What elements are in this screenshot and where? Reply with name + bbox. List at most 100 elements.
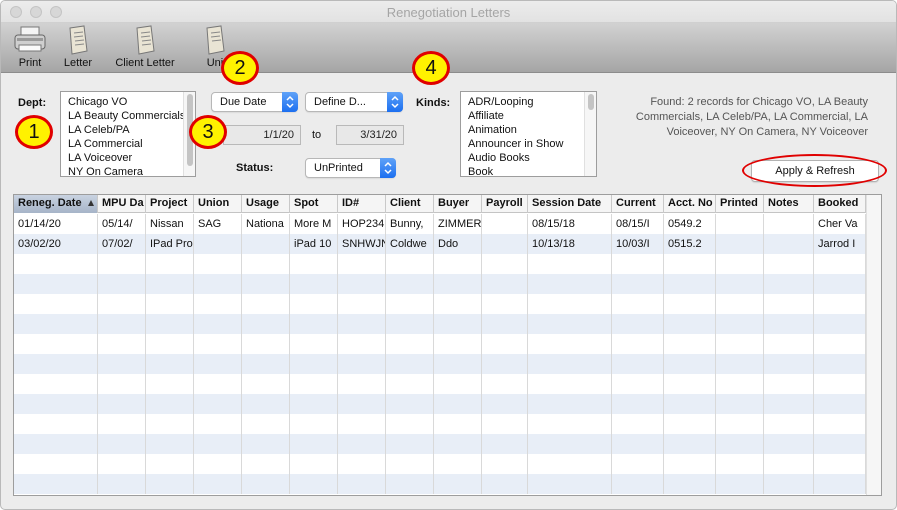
table-cell <box>242 314 290 334</box>
table-cell <box>664 274 716 294</box>
table-cell <box>716 374 764 394</box>
date-field-popup[interactable]: Due Date <box>211 92 298 112</box>
column-header[interactable]: Spot <box>290 195 338 213</box>
dept-item[interactable]: LA Beauty Commercials <box>61 109 195 123</box>
table-cell <box>14 354 98 374</box>
table-cell <box>434 414 482 434</box>
chevron-updown-icon <box>387 92 403 112</box>
date-range-popup[interactable]: Define D... <box>305 92 403 112</box>
kinds-list[interactable]: ADR/Looping Affiliate Animation Announce… <box>460 91 597 177</box>
dept-item[interactable]: NY On Camera <box>61 165 195 176</box>
column-header[interactable]: Notes <box>764 195 814 213</box>
table-cell <box>664 314 716 334</box>
from-date-field[interactable]: 1/1/20 <box>223 125 301 145</box>
table-row[interactable] <box>14 434 868 454</box>
table-cell <box>434 254 482 274</box>
table-row[interactable] <box>14 394 868 414</box>
table-cell <box>146 474 194 494</box>
table-cell <box>386 394 434 414</box>
table-row[interactable] <box>14 254 868 274</box>
table-cell <box>434 474 482 494</box>
table-row[interactable]: 03/02/20 07/02/IPad Pro iPad 10 SNHWJN Coldw… <box>14 234 868 254</box>
to-date-field[interactable]: 3/31/20 <box>336 125 404 145</box>
dept-item[interactable]: LA Celeb/PA <box>61 123 195 137</box>
table-cell <box>716 334 764 354</box>
print-button[interactable]: Print <box>13 25 47 69</box>
table-cell <box>98 314 146 334</box>
kinds-item[interactable]: ADR/Looping <box>461 95 596 109</box>
table-cell <box>242 414 290 434</box>
kinds-item[interactable]: Affiliate <box>461 109 596 123</box>
records-table[interactable]: Reneg. Date MPU Da Project Union Usage Spot ID… <box>13 194 882 496</box>
table-cell <box>386 414 434 434</box>
table-cell <box>290 374 338 394</box>
table-row[interactable] <box>14 294 868 314</box>
chevron-updown-icon <box>282 92 298 112</box>
printer-icon <box>14 26 46 52</box>
table-cell <box>764 294 814 314</box>
table-cell <box>482 234 528 254</box>
table-cell <box>764 214 814 234</box>
column-header[interactable]: ID# <box>338 195 386 213</box>
status-popup[interactable]: UnPrinted <box>305 158 396 178</box>
table-cell <box>612 394 664 414</box>
table-row[interactable] <box>14 454 868 474</box>
table-cell <box>716 474 764 494</box>
column-header[interactable]: Session Date <box>528 195 612 213</box>
table-cell <box>386 354 434 374</box>
table-cell <box>716 394 764 414</box>
kinds-item[interactable]: Book <box>461 165 596 176</box>
dept-item[interactable]: Chicago VO <box>61 95 195 109</box>
table-row[interactable] <box>14 474 868 494</box>
annotation-badge-3: 3 <box>189 115 227 149</box>
table-row[interactable] <box>14 314 868 334</box>
dept-label: Dept: <box>18 97 47 109</box>
kinds-item[interactable]: Announcer in Show <box>461 137 596 151</box>
client-letter-button[interactable]: Client Letter <box>111 25 179 69</box>
table-cell <box>290 294 338 314</box>
column-header[interactable]: Printed <box>716 195 764 213</box>
column-header[interactable]: Booked <box>814 195 866 213</box>
table-cell <box>482 394 528 414</box>
table-row[interactable] <box>14 414 868 434</box>
table-row[interactable] <box>14 334 868 354</box>
table-cell <box>814 254 866 274</box>
table-cell <box>338 414 386 434</box>
table-cell <box>764 254 814 274</box>
column-header[interactable]: Acct. No <box>664 195 716 213</box>
column-header[interactable]: Project <box>146 195 194 213</box>
letter-label: Letter <box>63 57 93 69</box>
column-header[interactable]: Union <box>194 195 242 213</box>
kinds-scrollbar[interactable] <box>584 92 596 176</box>
table-scrollbar[interactable] <box>866 195 881 495</box>
table-row[interactable]: 01/14/20 05/14/Nissan SAG Nationa More M HOP2… <box>14 214 868 234</box>
table-row[interactable] <box>14 274 868 294</box>
status-value: UnPrinted <box>314 162 363 174</box>
dept-list[interactable]: Chicago VO LA Beauty Commercials LA Cele… <box>60 91 196 177</box>
kinds-item[interactable]: Audio Books <box>461 151 596 165</box>
table-cell <box>146 254 194 274</box>
column-header[interactable]: Usage <box>242 195 290 213</box>
table-row[interactable] <box>14 354 868 374</box>
annotation-badge-2: 2 <box>221 51 259 85</box>
table-cell <box>146 334 194 354</box>
table-cell <box>716 214 764 234</box>
column-header[interactable]: MPU Da <box>98 195 146 213</box>
dept-item[interactable]: LA Voiceover <box>61 151 195 165</box>
column-header[interactable]: Payroll <box>482 195 528 213</box>
column-header[interactable]: Current <box>612 195 664 213</box>
column-header[interactable]: Client <box>386 195 434 213</box>
kinds-item[interactable]: Animation <box>461 123 596 137</box>
letter-button[interactable]: Letter <box>61 25 95 69</box>
table-cell <box>98 354 146 374</box>
table-row[interactable] <box>14 374 868 394</box>
column-header[interactable]: Reneg. Date <box>14 195 98 213</box>
table-cell <box>716 354 764 374</box>
dept-item[interactable]: LA Commercial <box>61 137 195 151</box>
column-header[interactable]: Buyer <box>434 195 482 213</box>
table-cell <box>716 274 764 294</box>
table-cell <box>290 434 338 454</box>
table-cell <box>528 434 612 454</box>
table-cell <box>242 294 290 314</box>
table-cell <box>146 354 194 374</box>
